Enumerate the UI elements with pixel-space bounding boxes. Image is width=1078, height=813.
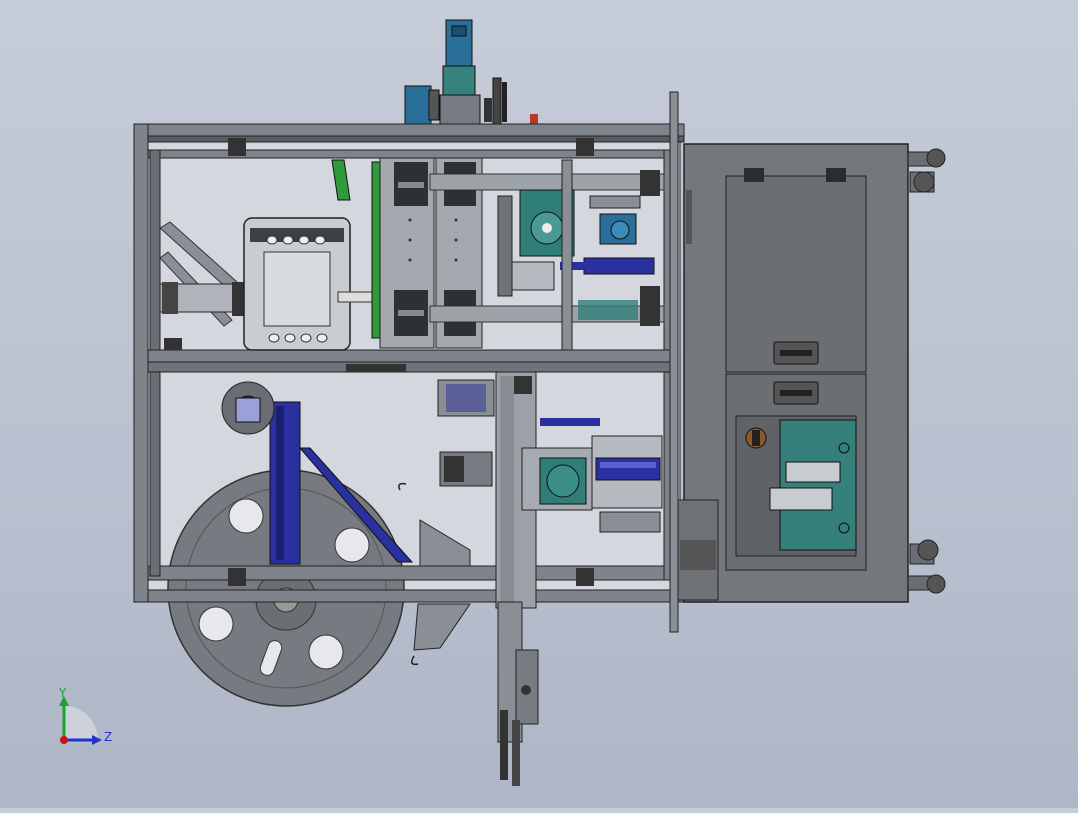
- blue-post: [269, 401, 301, 565]
- origin-dot: [60, 736, 68, 744]
- z-axis-label: Z: [104, 730, 113, 744]
- idler-roller: [221, 381, 275, 435]
- coordinate-triad: Y Z: [50, 684, 130, 754]
- casters: [907, 148, 946, 594]
- electrical-cabinet: [669, 91, 909, 633]
- top-motor-assembly: [404, 19, 538, 128]
- bottom-guide: [497, 601, 539, 786]
- machine-drawing: [133, 19, 946, 786]
- y-axis-label: Y: [59, 686, 67, 700]
- cad-viewport[interactable]: Y Z: [0, 0, 1078, 808]
